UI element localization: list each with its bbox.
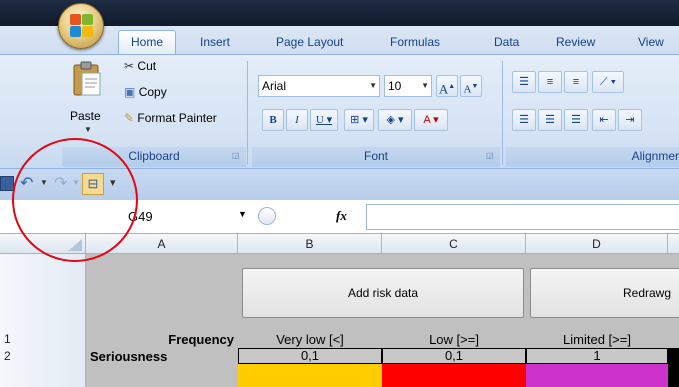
increase-indent-button[interactable]: ⇥ <box>618 109 642 131</box>
font-launcher-icon[interactable]: ◲ <box>486 151 494 160</box>
orientation-icon: ⟋ <box>599 76 608 88</box>
cell-d1[interactable]: Limited [>=] <box>526 332 668 347</box>
cut-label: Cut <box>137 59 157 73</box>
office-button[interactable] <box>58 3 104 49</box>
brush-icon: ✎ <box>124 111 135 125</box>
row-header-3[interactable] <box>0 364 86 387</box>
font-size-dropdown[interactable]: 10 ▼ <box>384 75 432 97</box>
grow-font-button[interactable]: A▲ <box>436 75 458 97</box>
tab-data[interactable]: Data <box>494 32 519 54</box>
font-color-button[interactable]: A ▾ <box>414 109 448 131</box>
scissors-icon: ✂ <box>124 59 135 73</box>
format-painter-label: Format Painter <box>137 111 217 125</box>
copy-label: Copy <box>138 85 167 99</box>
font-name-value: Arial <box>262 79 287 93</box>
office-logo-icon <box>70 14 94 38</box>
decrease-indent-icon: ⇤ <box>599 114 609 126</box>
redraw-button[interactable]: Redrawg <box>530 268 679 318</box>
cell-b1[interactable]: Very low [<] <box>238 332 382 347</box>
cell-c2[interactable]: 0,1 <box>382 348 526 364</box>
shrink-font-label: A <box>463 83 472 96</box>
align-middle-icon: ≡ <box>546 76 554 88</box>
increase-indent-icon: ⇥ <box>625 114 635 126</box>
copy-button[interactable]: ▣ Copy <box>124 85 167 99</box>
italic-button[interactable]: I <box>286 109 308 131</box>
cell-a3[interactable] <box>86 364 238 387</box>
group-divider <box>502 61 503 165</box>
font-group-label: Font <box>252 147 500 167</box>
tab-review[interactable]: Review <box>556 32 595 54</box>
swatch-low[interactable] <box>382 364 526 387</box>
frequency-label[interactable]: Frequency <box>86 332 238 347</box>
formula-expand-icon[interactable] <box>258 207 276 225</box>
borders-button[interactable]: ⊞ ▾ <box>344 109 374 131</box>
align-top-icon: ☰ <box>519 76 529 88</box>
borders-icon: ⊞ <box>350 114 360 126</box>
tab-home[interactable]: Home <box>118 30 177 54</box>
align-right-icon: ☰ <box>571 114 581 126</box>
align-left-button[interactable]: ☰ <box>512 109 536 131</box>
align-bottom-icon: ≡ <box>572 76 580 88</box>
swatch-very-low[interactable] <box>238 364 382 387</box>
column-header-e[interactable] <box>668 234 679 254</box>
clipboard-icon[interactable] <box>70 61 104 99</box>
paste-dropdown-icon[interactable]: ▼ <box>84 125 92 134</box>
cell-d2[interactable]: 1 <box>526 348 668 364</box>
column-header-b[interactable]: B <box>238 234 382 254</box>
clipboard-launcher-icon[interactable]: ◲ <box>232 151 240 160</box>
bold-button[interactable]: B <box>262 109 284 131</box>
align-top-button[interactable]: ☰ <box>512 71 536 93</box>
annotation-circle <box>12 138 138 262</box>
paint-bucket-icon: ◈ <box>386 114 395 126</box>
tab-page-layout[interactable]: Page Layout <box>276 32 343 54</box>
align-left-icon: ☰ <box>519 114 529 126</box>
align-middle-button[interactable]: ≡ <box>538 71 562 93</box>
copy-icon: ▣ <box>124 85 136 99</box>
row-header-1[interactable]: 1 <box>0 254 86 348</box>
cell-e2[interactable] <box>668 348 679 364</box>
formula-input[interactable] <box>366 204 679 230</box>
align-right-button[interactable]: ☰ <box>564 109 588 131</box>
format-painter-button[interactable]: ✎ Format Painter <box>124 111 217 125</box>
insert-function-button[interactable]: fx <box>336 208 347 224</box>
swatch-next[interactable] <box>668 364 679 387</box>
grow-font-label: A <box>438 81 449 97</box>
column-header-d[interactable]: D <box>526 234 668 254</box>
cell-c1[interactable]: Low [>=] <box>382 332 526 347</box>
align-bottom-button[interactable]: ≡ <box>564 71 588 93</box>
align-center-icon: ☰ <box>545 114 555 126</box>
cut-button[interactable]: ✂ Cut <box>124 59 156 73</box>
orientation-button[interactable]: ⟋ ▾ <box>592 71 624 93</box>
font-color-icon: A <box>423 114 431 126</box>
paste-button[interactable]: Paste <box>70 109 101 123</box>
alignment-group-label: Alignmer <box>506 147 679 167</box>
chevron-down-icon: ▼ <box>369 81 377 90</box>
seriousness-label[interactable]: Seriousness <box>90 349 238 364</box>
tab-formulas[interactable]: Formulas <box>390 32 440 54</box>
shrink-font-button[interactable]: A▼ <box>460 75 482 97</box>
tab-view[interactable]: View <box>638 32 664 54</box>
cell-b2[interactable]: 0,1 <box>238 348 382 364</box>
swatch-limited[interactable] <box>526 364 668 387</box>
tab-insert[interactable]: Insert <box>200 32 230 54</box>
chevron-down-icon: ▼ <box>421 81 429 90</box>
underline-label: U <box>315 114 324 126</box>
fill-color-button[interactable]: ◈ ▾ <box>378 109 412 131</box>
column-header-c[interactable]: C <box>382 234 526 254</box>
group-divider <box>247 61 248 165</box>
font-size-value: 10 <box>388 79 402 93</box>
add-risk-data-button[interactable]: Add risk data <box>242 268 524 318</box>
decrease-indent-button[interactable]: ⇤ <box>592 109 616 131</box>
align-center-button[interactable]: ☰ <box>538 109 562 131</box>
font-name-dropdown[interactable]: Arial ▼ <box>258 75 380 97</box>
row-header-2[interactable]: 2 <box>0 348 86 364</box>
name-box-dropdown-icon[interactable]: ▼ <box>238 209 247 219</box>
underline-button[interactable]: U ▾ <box>310 109 338 131</box>
row-number: 1 <box>4 332 11 346</box>
